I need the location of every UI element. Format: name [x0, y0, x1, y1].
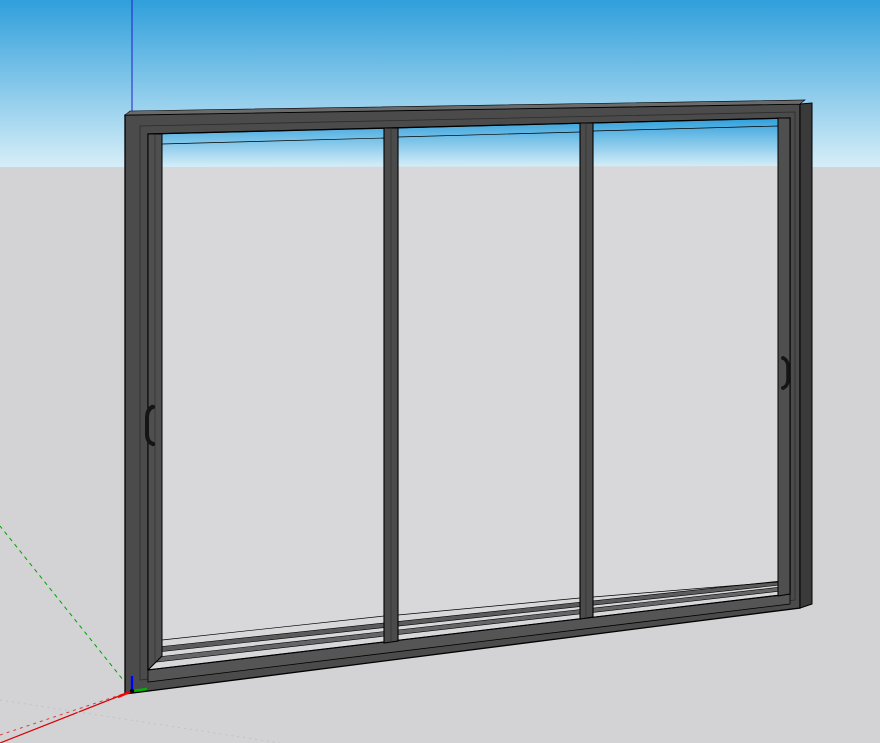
sliding-door-model[interactable]: [125, 100, 812, 694]
3d-viewport[interactable]: [0, 0, 880, 743]
left-jamb-stile: [148, 134, 162, 670]
mullion-1: [384, 128, 398, 643]
mullion-2: [580, 123, 593, 619]
scene-canvas[interactable]: [0, 0, 880, 743]
